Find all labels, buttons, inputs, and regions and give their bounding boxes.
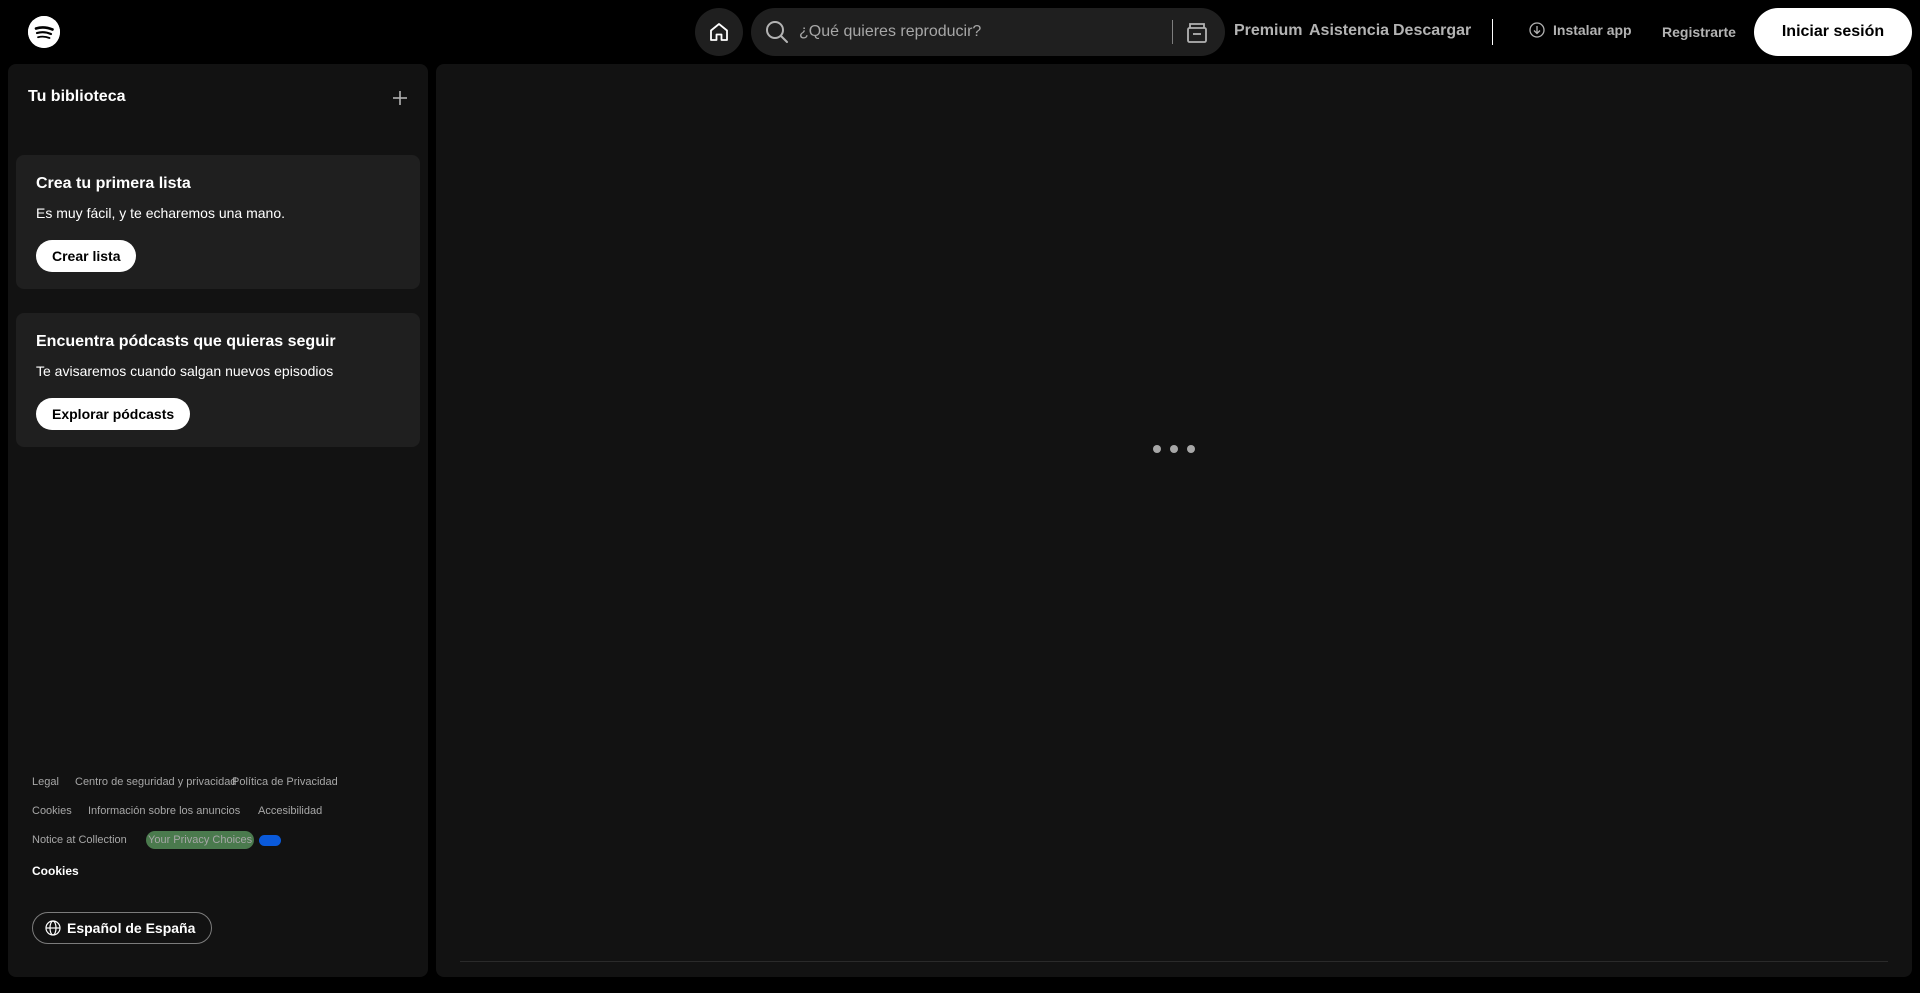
loading-indicator <box>1153 445 1195 453</box>
language-button[interactable]: Español de España <box>32 912 213 944</box>
cookies-link[interactable]: Cookies <box>32 805 72 817</box>
install-app-label: Instalar app <box>1553 22 1632 38</box>
create-playlist-button[interactable]: Crear lista <box>36 240 137 272</box>
podcasts-card: Encuentra pódcasts que quieras seguir Te… <box>16 313 420 447</box>
browse-podcasts-button[interactable]: Explorar pódcasts <box>36 398 191 430</box>
main-content <box>436 64 1912 977</box>
globe-icon <box>45 920 61 936</box>
library-title: Tu biblioteca <box>28 88 126 105</box>
browse-icon[interactable] <box>1183 19 1211 47</box>
privacy-policy-link[interactable]: Política de Privacidad <box>232 776 338 788</box>
card-description: Te avisaremos cuando salgan nuevos episo… <box>36 363 334 379</box>
loading-dot <box>1170 445 1178 453</box>
nav-separator <box>1492 19 1493 45</box>
spotify-logo-icon[interactable] <box>28 16 60 48</box>
download-circle-icon <box>1529 22 1545 38</box>
search-icon <box>766 21 788 43</box>
cookies-settings-link[interactable]: Cookies <box>32 864 79 878</box>
content-divider <box>460 961 1888 962</box>
install-app-link[interactable]: Instalar app <box>1529 22 1632 38</box>
loading-dot <box>1187 445 1195 453</box>
card-title: Encuentra pódcasts que quieras seguir <box>36 333 336 350</box>
search-divider <box>1172 20 1173 44</box>
accessibility-link[interactable]: Accesibilidad <box>258 805 322 817</box>
top-bar: Premium Asistencia Descargar Instalar ap… <box>0 0 1920 64</box>
safety-center-link[interactable]: Centro de seguridad y privacidad <box>75 776 236 788</box>
home-icon <box>710 23 728 41</box>
premium-link[interactable]: Premium <box>1234 22 1302 40</box>
create-button[interactable] <box>384 82 416 114</box>
support-link[interactable]: Asistencia <box>1309 22 1389 40</box>
loading-dot <box>1153 445 1161 453</box>
privacy-choices-link[interactable]: Your Privacy Choices <box>146 831 255 849</box>
card-description: Es muy fácil, y te echaremos una mano. <box>36 205 285 221</box>
login-button[interactable]: Iniciar sesión <box>1754 8 1912 56</box>
create-playlist-card: Crea tu primera lista Es muy fácil, y te… <box>16 155 420 289</box>
home-button[interactable] <box>695 8 743 56</box>
search-box[interactable] <box>751 8 1225 56</box>
legal-link[interactable]: Legal <box>32 776 59 788</box>
card-title: Crea tu primera lista <box>36 175 191 192</box>
ads-info-link[interactable]: Información sobre los anuncios <box>88 805 240 817</box>
notice-at-collection-link[interactable]: Notice at Collection <box>32 834 127 846</box>
search-input[interactable] <box>799 8 1159 56</box>
download-link[interactable]: Descargar <box>1393 22 1471 40</box>
plus-icon <box>393 91 407 105</box>
library-sidebar: Tu biblioteca Crea tu primera lista Es m… <box>8 64 428 977</box>
language-label: Español de España <box>67 920 196 936</box>
register-link[interactable]: Registrarte <box>1662 24 1736 40</box>
